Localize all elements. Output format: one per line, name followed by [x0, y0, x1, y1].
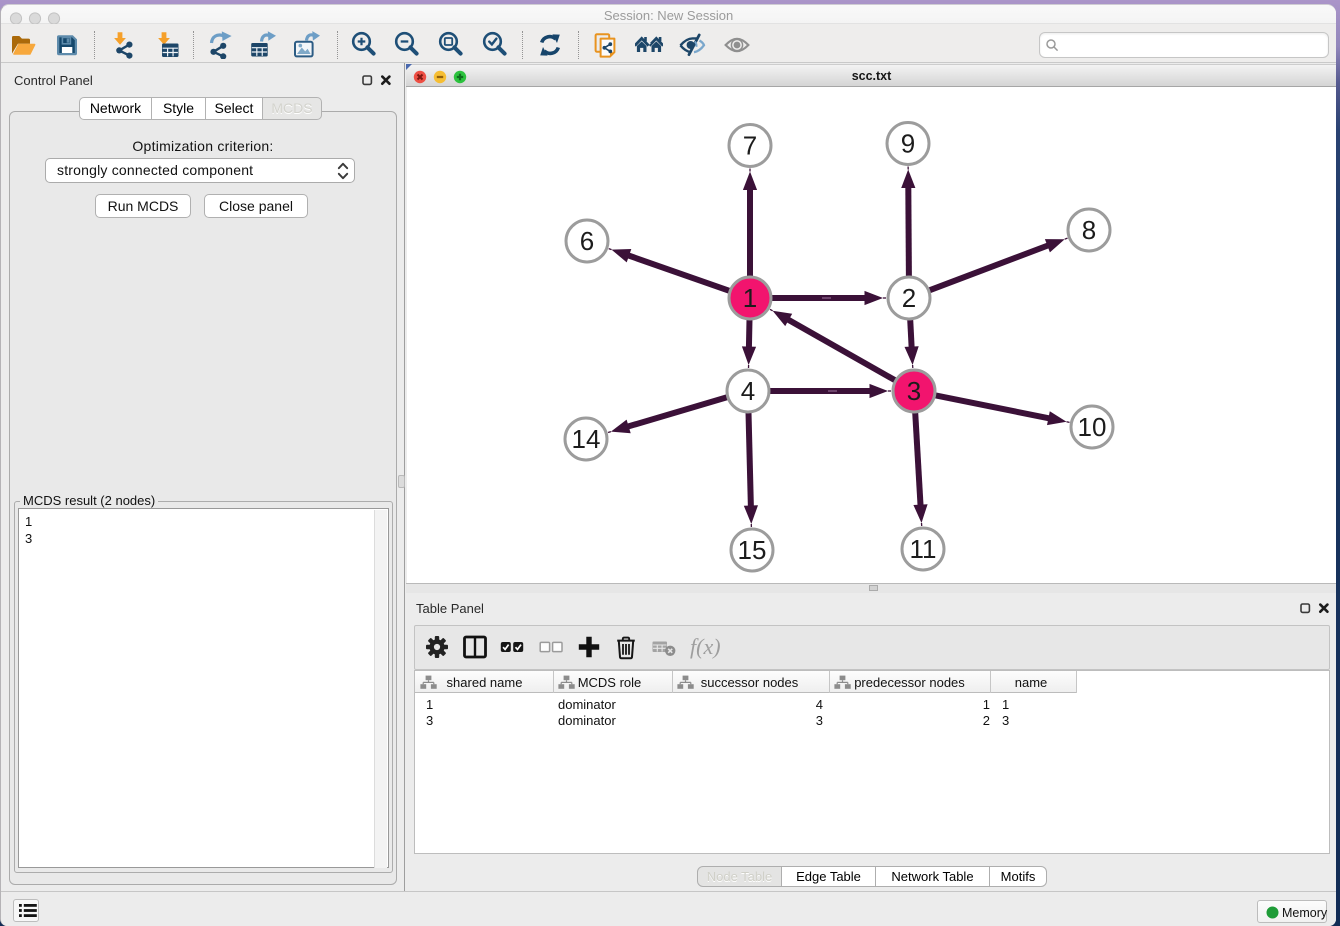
svg-text:f(x): f(x) — [690, 634, 721, 659]
svg-text:4: 4 — [741, 376, 755, 406]
svg-text:2: 2 — [902, 283, 916, 313]
svg-text:9: 9 — [901, 129, 915, 159]
svg-text:6: 6 — [580, 226, 594, 256]
svg-text:14: 14 — [572, 424, 601, 454]
svg-text:7: 7 — [743, 131, 757, 161]
svg-text:1: 1 — [743, 283, 757, 313]
svg-text:15: 15 — [738, 535, 767, 565]
svg-text:11: 11 — [910, 534, 937, 564]
svg-text:8: 8 — [1082, 215, 1096, 245]
svg-text:10: 10 — [1078, 412, 1107, 442]
svg-text:3: 3 — [907, 376, 921, 406]
